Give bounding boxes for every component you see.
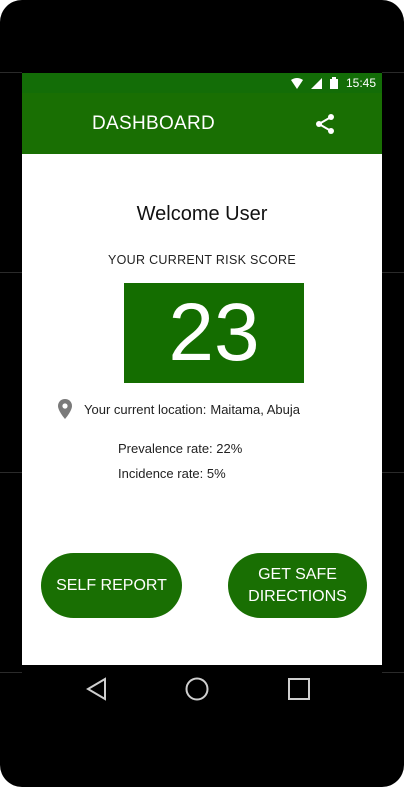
phone-frame: 15:45 DASHBOARD Welcome User YOUR CURREN… (0, 0, 404, 787)
incidence-rate: Incidence rate: 5% (118, 466, 226, 481)
navigation-bar (0, 665, 404, 715)
frame-line (382, 272, 404, 273)
self-report-button[interactable]: SELF REPORT (41, 553, 182, 618)
location-pin-icon (58, 399, 72, 419)
frame-line (0, 272, 22, 273)
home-icon[interactable] (183, 675, 211, 703)
frame-line (0, 72, 22, 73)
location-value: Maitama, Abuja (210, 401, 300, 417)
risk-score-value: 23 (124, 283, 304, 383)
signal-icon (310, 77, 322, 89)
frame-line (382, 72, 404, 73)
self-report-label: SELF REPORT (56, 576, 167, 594)
location-row: Your current location: Maitama, Abuja (58, 399, 300, 419)
wifi-icon (290, 77, 303, 89)
app-screen: 15:45 DASHBOARD Welcome User YOUR CURREN… (22, 73, 382, 665)
battery-icon (329, 77, 338, 89)
share-icon[interactable] (314, 113, 336, 135)
welcome-heading: Welcome User (136, 203, 268, 225)
page-title: DASHBOARD (92, 113, 216, 134)
recents-icon[interactable] (285, 675, 313, 703)
frame-line (382, 472, 404, 473)
safe-directions-label-line1: GET SAFE (258, 565, 337, 583)
status-time: 15:45 (345, 76, 376, 90)
risk-score-label: YOUR CURRENT RISK SCORE (108, 253, 296, 267)
location-label: Your current location: (84, 401, 207, 417)
status-bar: 15:45 (22, 73, 382, 93)
prevalence-rate: Prevalence rate: 22% (118, 441, 243, 456)
back-icon[interactable] (83, 675, 111, 703)
get-safe-directions-button[interactable]: GET SAFE DIRECTIONS (228, 553, 367, 618)
app-bar: DASHBOARD (22, 93, 382, 154)
frame-line (0, 472, 22, 473)
safe-directions-label-line2: DIRECTIONS (248, 587, 347, 605)
